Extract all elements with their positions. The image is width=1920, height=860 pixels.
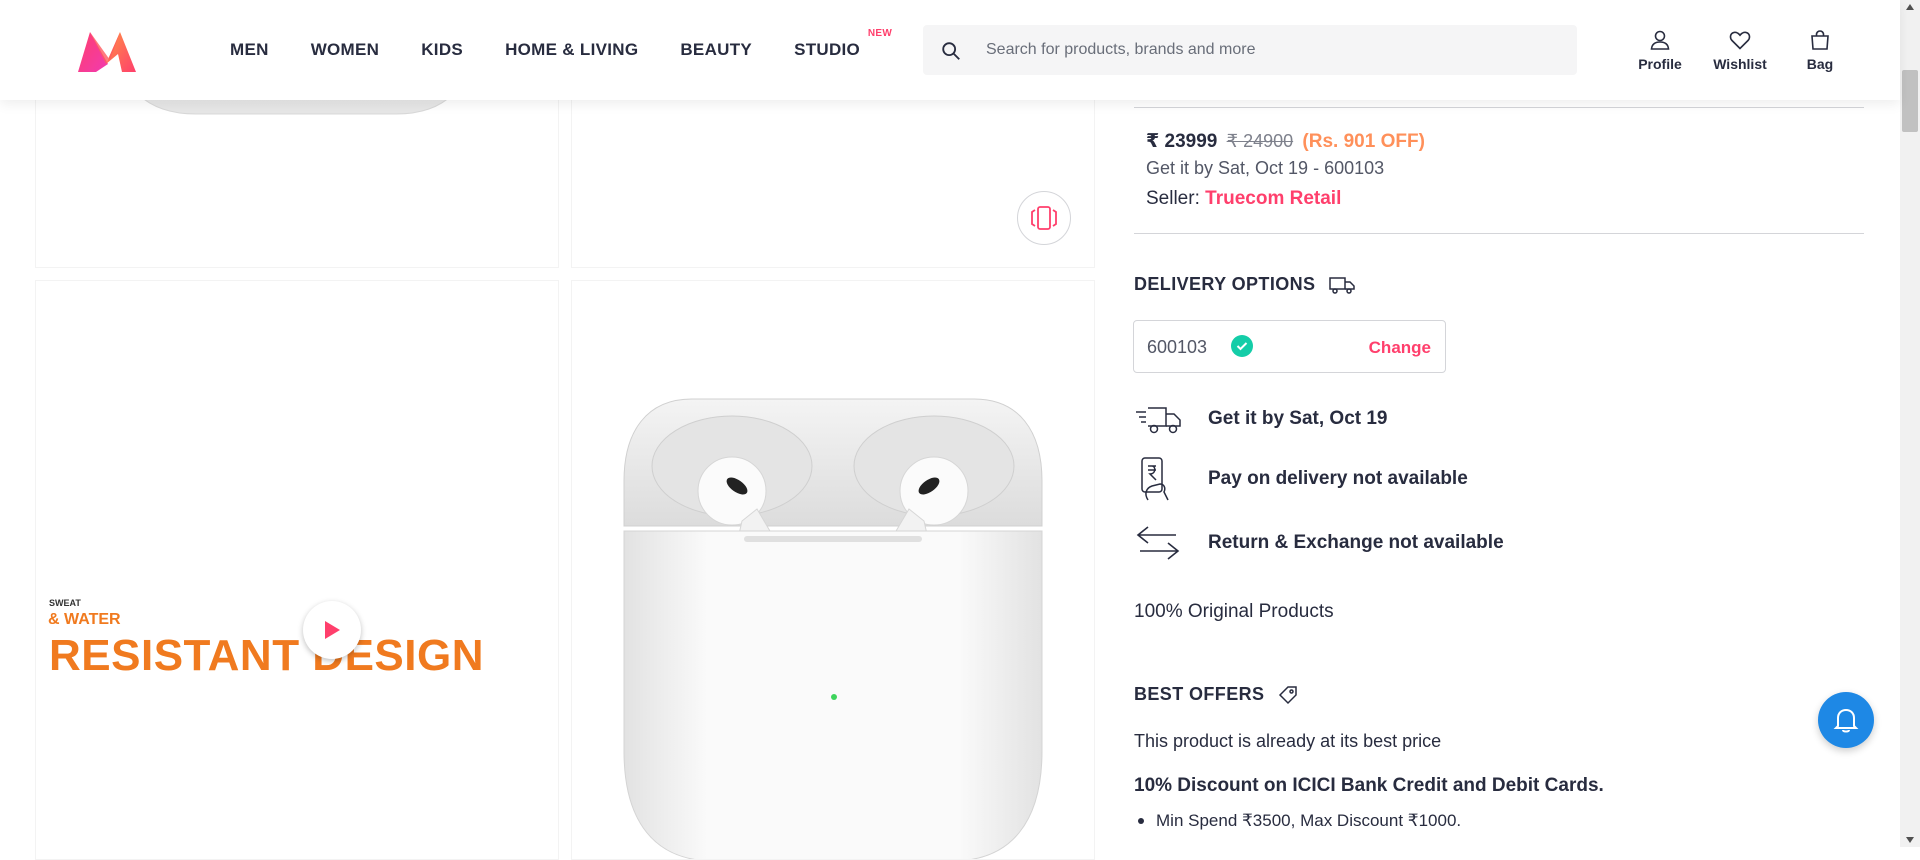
scroll-up-arrow[interactable] (1906, 4, 1914, 10)
view-similar-icon (1031, 206, 1057, 230)
scroll-thumb[interactable] (1902, 70, 1918, 132)
nav-label: HOME & LIVING (505, 40, 639, 59)
delivery-option-text: Return & Exchange not available (1208, 532, 1504, 553)
seller-label: Seller: (1146, 188, 1200, 209)
video-caption-water: & WATER (48, 611, 121, 628)
delivery-title: DELIVERY OPTIONS (1134, 274, 1316, 294)
scroll-down-arrow[interactable] (1906, 837, 1914, 843)
change-pincode-button[interactable]: Change (1369, 338, 1431, 358)
pincode-box: 600103 Change (1133, 320, 1446, 373)
price-row: ₹ 23999 ₹ 24900 (Rs. 901 OFF) (1146, 130, 1425, 153)
exchange-arrows-icon (1134, 520, 1184, 566)
bullet-dot (1138, 818, 1144, 824)
nav-studio[interactable]: STUDIO NEW (794, 28, 892, 60)
cash-on-delivery-icon (1134, 456, 1184, 502)
offer-bullet-text: Min Spend ₹3500, Max Discount ₹1000. (1156, 811, 1462, 830)
best-offers-heading: BEST OFFERS (1134, 684, 1298, 705)
notification-bell-button[interactable] (1818, 692, 1874, 748)
nav-home-living[interactable]: HOME & LIVING (505, 40, 638, 60)
discount-label: (Rs. 901 OFF) (1302, 131, 1425, 152)
nav-women[interactable]: WOMEN (311, 40, 380, 60)
selling-price: ₹ 23999 (1146, 131, 1218, 152)
nav-label: KIDS (421, 40, 464, 59)
site-header: MEN WOMEN KIDS HOME & LIVING BEAUTY STUD… (0, 0, 1900, 100)
delivery-option-text: Get it by Sat, Oct 19 (1208, 408, 1388, 429)
nav-label: WOMEN (310, 40, 380, 59)
product-image-4[interactable] (571, 280, 1095, 860)
best-price-note: This product is already at its best pric… (1134, 731, 1442, 751)
main-nav: MEN WOMEN KIDS HOME & LIVING BEAUTY STUD… (230, 0, 902, 100)
search-icon (942, 42, 960, 60)
delivery-options-heading: DELIVERY OPTIONS (1134, 274, 1356, 295)
delivery-option-return: Return & Exchange not available (1134, 520, 1504, 566)
play-video-button[interactable] (303, 601, 361, 659)
truck-fast-icon (1134, 396, 1184, 442)
view-similar-button[interactable] (1017, 191, 1071, 245)
offer-title: 10% Discount on ICICI Bank Credit and De… (1134, 775, 1604, 796)
bag-icon (1811, 30, 1829, 50)
mrp-price: ₹ 24900 (1226, 131, 1294, 151)
product-video-tile[interactable]: SWEAT & WATER RESISTANT DESIGN (35, 280, 559, 860)
profile-button[interactable]: Profile (1620, 28, 1700, 72)
offer-bullet: Min Spend ₹3500, Max Discount ₹1000. (1134, 811, 1461, 831)
tag-icon (1279, 685, 1298, 704)
seller-link[interactable]: Truecom Retail (1205, 188, 1341, 209)
delivery-option-text: Pay on delivery not available (1208, 468, 1468, 489)
page-scrollbar[interactable] (1900, 0, 1920, 847)
nav-kids[interactable]: KIDS (421, 40, 463, 60)
truck-icon (1329, 276, 1356, 294)
bag-button[interactable]: Bag (1780, 28, 1860, 72)
delivery-option-date: Get it by Sat, Oct 19 (1134, 396, 1388, 442)
search-input[interactable] (986, 26, 1566, 74)
video-caption-sweat: SWEAT (49, 598, 81, 608)
bag-label: Bag (1806, 56, 1834, 72)
profile-label: Profile (1638, 56, 1682, 72)
nav-beauty[interactable]: BEAUTY (680, 40, 752, 60)
header-actions: Profile Wishlist Bag (1620, 28, 1860, 72)
bell-icon (1833, 708, 1859, 733)
nav-label: MEN (230, 40, 269, 59)
nav-label: STUDIO (794, 40, 861, 59)
video-caption-title: RESISTANT DESIGN (49, 631, 485, 680)
offers-title: BEST OFFERS (1134, 684, 1265, 704)
divider (1134, 107, 1864, 108)
delivery-estimate: Get it by Sat, Oct 19 - 600103 (1146, 158, 1385, 178)
nav-label: BEAUTY (680, 40, 753, 59)
search-bar (923, 25, 1577, 75)
myntra-logo[interactable] (76, 30, 138, 74)
heart-icon (1729, 31, 1751, 50)
pincode-value: 600103 (1147, 337, 1208, 357)
play-icon (325, 621, 340, 639)
new-badge: NEW (867, 28, 893, 39)
seller-info: Seller: Truecom Retail (1146, 188, 1341, 210)
nav-men[interactable]: MEN (230, 40, 269, 60)
wishlist-button[interactable]: Wishlist (1700, 28, 1780, 72)
wishlist-label: Wishlist (1713, 56, 1767, 72)
profile-icon (1650, 30, 1670, 50)
original-products-note: 100% Original Products (1134, 601, 1334, 622)
divider (1134, 233, 1864, 234)
airpods-open-case-image (623, 398, 1043, 859)
check-icon (1231, 335, 1253, 357)
delivery-option-cod: Pay on delivery not available (1134, 456, 1468, 502)
